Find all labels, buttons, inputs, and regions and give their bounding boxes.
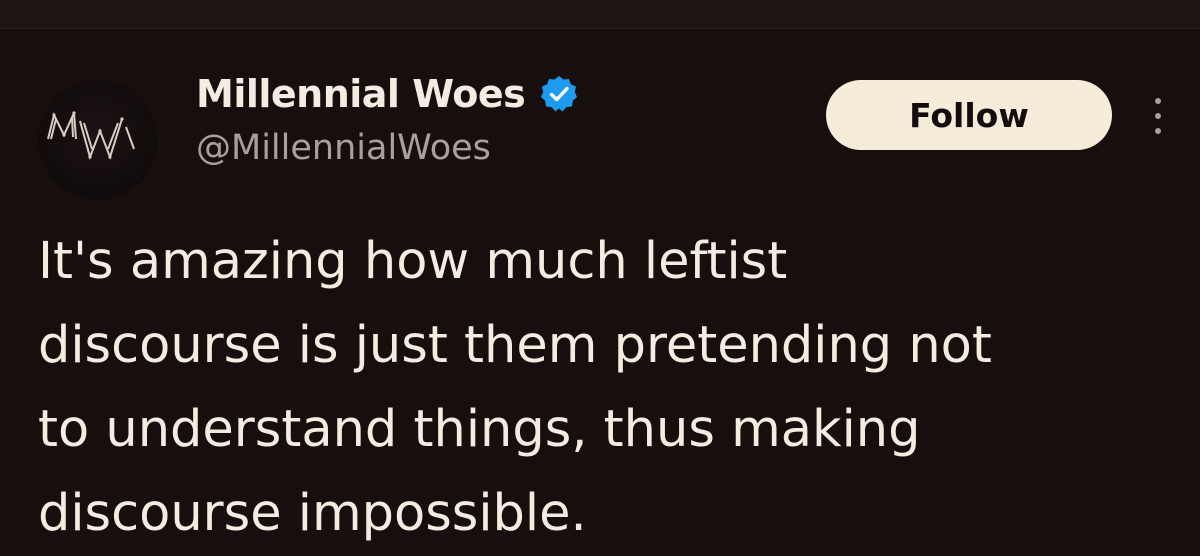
more-vertical-icon xyxy=(1155,98,1161,104)
verified-badge-icon xyxy=(541,76,578,112)
tweet-text-line: discourse is just them pretending not xyxy=(38,316,992,375)
author-handle[interactable]: @MillennialWoes xyxy=(196,128,491,168)
author-name-row: Millennial Woes xyxy=(196,68,579,120)
tweet-text: It's amazing how much leftist discourse … xyxy=(38,220,1168,556)
more-options-button[interactable] xyxy=(1140,86,1176,146)
top-bar xyxy=(0,0,1200,29)
tweet-text-line: It's amazing how much leftist xyxy=(38,232,788,291)
tweet-text-line: to understand things, thus making xyxy=(38,400,921,459)
tweet-card: Millennial Woes @MillennialWoes Follow I… xyxy=(0,28,1200,543)
mw-monogram-icon xyxy=(47,111,135,161)
follow-button[interactable]: Follow xyxy=(826,80,1112,150)
avatar[interactable] xyxy=(38,80,158,200)
tweet-text-line: discourse impossible. xyxy=(38,484,587,543)
display-name[interactable]: Millennial Woes xyxy=(196,72,526,116)
